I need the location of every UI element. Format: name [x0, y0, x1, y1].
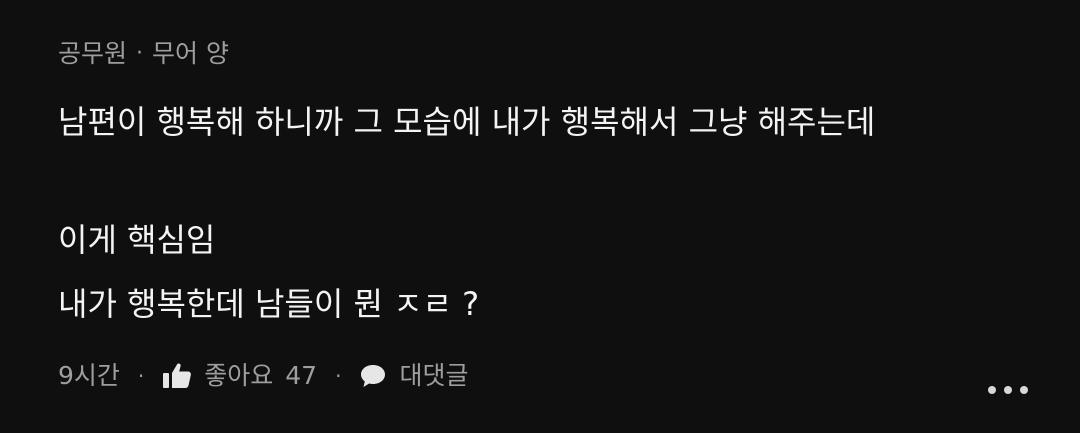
like-button[interactable]: 좋아요 47	[162, 358, 317, 394]
comment-actions: 9시간 · 좋아요 47 · 대댓글	[58, 358, 468, 394]
action-separator: ·	[335, 364, 342, 388]
author-name[interactable]: 공무원	[58, 36, 127, 72]
author-nickname: 무어 양	[152, 39, 229, 68]
meta-separator: ·	[136, 41, 144, 66]
comment-meta: 공무원 · 무어 양	[58, 36, 229, 72]
speech-bubble-icon	[359, 363, 387, 389]
reply-button[interactable]: 대댓글	[359, 358, 468, 394]
more-options-button[interactable]	[980, 372, 1036, 406]
comment-text-line: 내가 행복한데 남들이 뭔 ㅈㄹ ?	[58, 285, 480, 323]
like-label: 좋아요	[204, 361, 274, 390]
comment-card: 공무원 · 무어 양 남편이 행복해 하니까 그 모습에 내가 행복해서 그냥 …	[0, 0, 1080, 433]
more-horizontal-icon	[986, 380, 1030, 399]
comment-time: 9시간	[58, 361, 120, 390]
like-count: 47	[285, 361, 318, 390]
action-separator: ·	[137, 364, 145, 388]
thumbs-up-icon	[162, 362, 192, 390]
reply-label: 대댓글	[399, 361, 469, 390]
comment-text-line: 남편이 행복해 하니까 그 모습에 내가 행복해서 그냥 해주는데	[58, 103, 876, 141]
comment-text-line: 이게 핵심임	[58, 221, 216, 259]
